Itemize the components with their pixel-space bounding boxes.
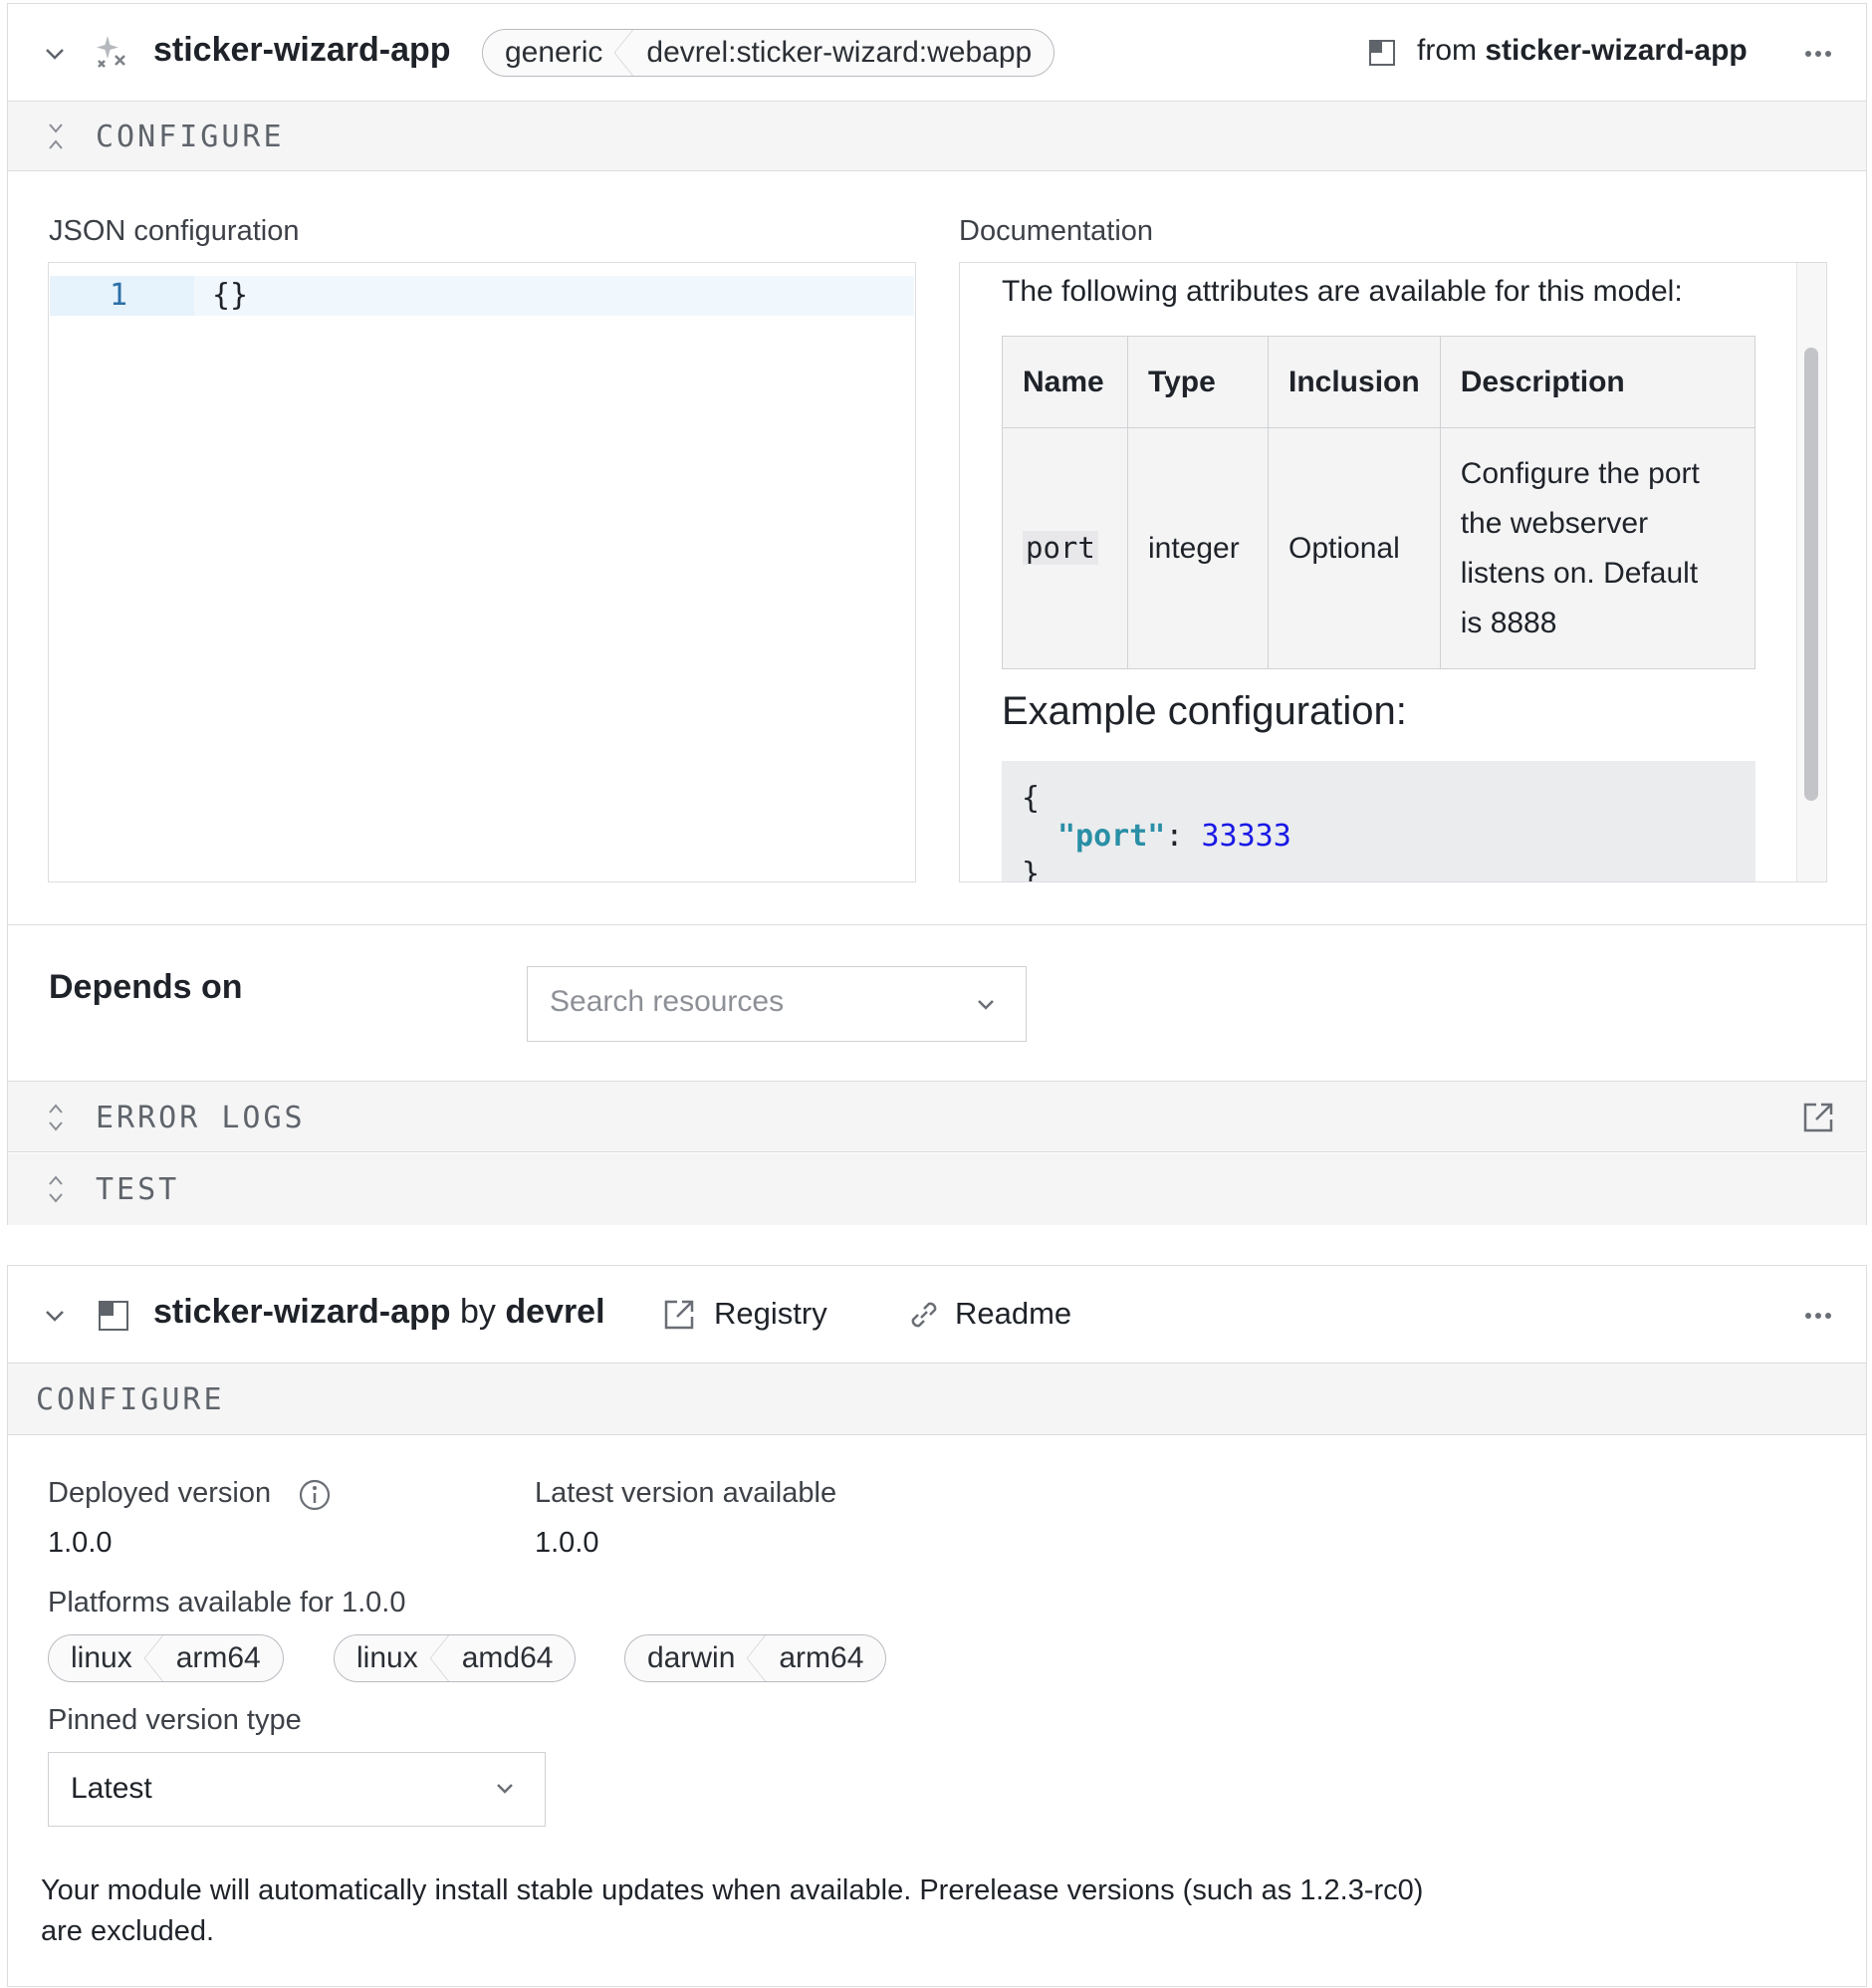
editor-active-line: 1 {} [50,276,914,316]
documentation-label: Documentation [959,215,1154,247]
test-label: TEST [96,1172,180,1207]
test-section-header[interactable]: TEST [8,1153,1866,1225]
example-value: 33333 [1201,819,1291,854]
external-link-icon[interactable] [1802,1102,1834,1133]
docs-scroll-thumb[interactable] [1804,348,1818,801]
error-logs-label: ERROR LOGS [96,1101,306,1135]
module-configure-header: CONFIGURE [8,1364,1866,1435]
table-header-row: Name Type Inclusion Description [1002,336,1756,428]
chevron-down-icon[interactable] [41,40,69,68]
from-prefix: from [1417,34,1477,67]
resource-card: sticker-wizard-app generic devrel:sticke… [7,3,1867,1225]
link-icon[interactable] [907,1298,941,1332]
search-placeholder: Search resources [550,985,785,1018]
sparkle-icon [96,34,131,70]
json-editor[interactable]: 1 {} [48,262,916,882]
update-note: Your module will automatically install s… [41,1874,1424,1947]
tag-namespace: generic [505,36,603,69]
model-tag: generic devrel:sticker-wizard:webapp [482,29,1055,77]
example-close-brace: } [1022,857,1041,882]
error-logs-section-header[interactable]: ERROR LOGS [8,1081,1866,1152]
more-icon[interactable] [1804,1302,1832,1330]
pinned-version-label: Pinned version type [48,1704,302,1736]
attr-inclusion: Optional [1268,427,1441,669]
deployed-version-value: 1.0.0 [48,1527,113,1559]
latest-version-label: Latest version available [535,1477,837,1509]
line-number: 1 [110,278,128,313]
more-icon[interactable] [1804,40,1832,68]
tag-model: devrel:sticker-wizard:webapp [614,30,1053,76]
header-name: Name [1002,336,1128,428]
collapse-icon[interactable] [44,123,68,150]
chevron-down-icon [491,1775,519,1803]
depends-on-label: Depends on [49,968,243,1006]
expand-icon[interactable] [44,1174,68,1204]
platform-tag: linux amd64 [334,1634,577,1682]
configure-label: CONFIGURE [96,120,285,154]
search-resources-select[interactable]: Search resources [527,966,1027,1042]
docs-scrollbar[interactable] [1796,263,1826,881]
docs-intro: The following attributes are available f… [1002,275,1683,308]
module-icon [98,1300,129,1332]
registry-link[interactable]: Registry [714,1296,827,1332]
external-link-icon[interactable] [663,1299,695,1331]
module-card-header: sticker-wizard-app by devrel Registry Re… [8,1266,1866,1364]
editor-code[interactable]: {} [212,278,248,313]
chevron-down-icon[interactable] [41,1302,69,1330]
table-row: port integer Optional Configure the port… [1002,427,1756,669]
documentation-panel: The following attributes are available f… [959,262,1827,882]
platforms-label: Platforms available for 1.0.0 [48,1587,406,1618]
readme-link[interactable]: Readme [955,1296,1071,1332]
expand-icon[interactable] [44,1103,68,1132]
attr-description: Configure the port the webserver listens… [1439,427,1756,669]
example-open-brace: { [1022,781,1041,816]
attributes-table: Name Type Inclusion Description port int… [1002,336,1756,669]
module-configure-label: CONFIGURE [36,1382,225,1417]
example-key: "port" [1057,819,1166,854]
header-description: Description [1439,336,1756,428]
module-icon [1368,39,1396,67]
latest-version-value: 1.0.0 [535,1527,599,1559]
pinned-version-select[interactable]: Latest [48,1752,546,1827]
pinned-version-value: Latest [71,1772,152,1805]
example-config-title: Example configuration: [1002,689,1407,733]
configure-section-header[interactable]: CONFIGURE [8,102,1866,171]
divider [8,924,1866,925]
module-title: sticker-wizard-app by devrel [153,1293,605,1331]
attr-type: integer [1127,427,1269,669]
card-header: sticker-wizard-app generic devrel:sticke… [8,4,1866,102]
header-type: Type [1127,336,1269,428]
platform-tag: linux arm64 [48,1634,284,1682]
chevron-down-icon [972,991,1000,1019]
deployed-version-label: Deployed version [48,1477,272,1509]
example-code-block: { "port": 33333 } [1002,761,1755,882]
from-module-name: sticker-wizard-app [1485,34,1748,67]
resource-title: sticker-wizard-app [153,31,451,69]
from-module[interactable]: from sticker-wizard-app [1417,34,1748,68]
info-icon[interactable] [298,1478,332,1512]
header-inclusion: Inclusion [1268,336,1441,428]
editor-gutter: 1 [50,276,194,316]
attr-name: port [1002,427,1128,669]
platform-tag: darwin arm64 [624,1634,887,1682]
json-config-label: JSON configuration [49,215,300,247]
example-line: "port": 33333 [1057,819,1291,854]
